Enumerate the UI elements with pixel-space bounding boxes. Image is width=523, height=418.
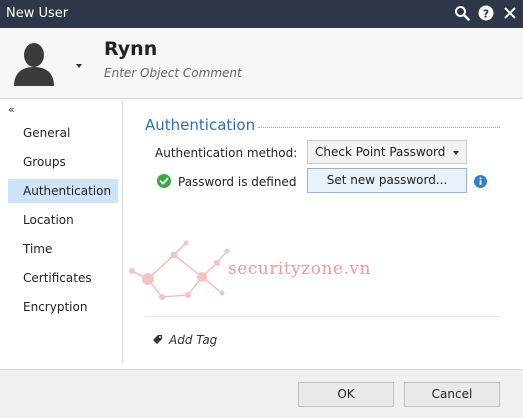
chevron-down-icon bbox=[76, 64, 82, 68]
tags-divider bbox=[145, 316, 500, 317]
sidebar-item-encryption[interactable]: Encryption bbox=[8, 295, 118, 319]
object-comment-field[interactable]: Enter Object Comment bbox=[104, 66, 242, 80]
sidebar-item-authentication[interactable]: Authentication bbox=[8, 179, 118, 203]
set-new-password-button[interactable]: Set new password... bbox=[307, 168, 467, 193]
window-title: New User bbox=[6, 6, 69, 21]
add-tag-link[interactable]: Add Tag bbox=[169, 333, 217, 347]
object-header: Rynn Enter Object Comment bbox=[0, 28, 523, 99]
sidebar-item-certificates[interactable]: Certificates bbox=[8, 266, 118, 290]
title-bar: New User ? bbox=[0, 0, 523, 28]
chevron-down-icon bbox=[453, 151, 459, 155]
dialog-body: « General Groups Authentication Location… bbox=[0, 99, 523, 369]
search-icon[interactable] bbox=[453, 4, 471, 22]
close-icon[interactable] bbox=[501, 4, 519, 22]
svg-text:?: ? bbox=[483, 7, 489, 20]
cancel-button[interactable]: Cancel bbox=[404, 382, 500, 407]
sidebar-item-groups[interactable]: Groups bbox=[8, 150, 118, 174]
sidebar-item-time[interactable]: Time bbox=[8, 237, 118, 261]
password-status: Password is defined bbox=[178, 175, 297, 189]
auth-method-select[interactable]: Check Point Password bbox=[307, 140, 467, 164]
watermark-text: securityzone.vn bbox=[228, 259, 371, 279]
user-silhouette-icon bbox=[14, 43, 54, 86]
sidebar-item-general[interactable]: General bbox=[8, 121, 118, 145]
tag-icon bbox=[153, 335, 162, 344]
collapse-nav-icon[interactable]: « bbox=[8, 103, 15, 116]
user-name[interactable]: Rynn bbox=[104, 38, 157, 60]
dialog-footer: OK Cancel bbox=[0, 369, 523, 418]
check-circle-icon bbox=[157, 174, 171, 188]
help-icon[interactable]: ? bbox=[477, 4, 495, 22]
section-title: Authentication bbox=[145, 116, 256, 134]
info-icon[interactable] bbox=[474, 175, 487, 188]
ok-button[interactable]: OK bbox=[298, 382, 394, 407]
sidebar-item-location[interactable]: Location bbox=[8, 208, 118, 232]
section-divider bbox=[258, 127, 500, 128]
title-bar-actions: ? bbox=[453, 4, 519, 22]
auth-method-value: Check Point Password bbox=[315, 145, 446, 159]
sidebar-nav: General Groups Authentication Location T… bbox=[8, 121, 118, 324]
new-user-dialog: New User ? Rynn Enter Object Comment « G… bbox=[0, 0, 523, 418]
nav-divider bbox=[122, 101, 123, 363]
avatar-menu[interactable] bbox=[12, 40, 82, 90]
auth-method-label: Authentication method: bbox=[155, 146, 298, 160]
